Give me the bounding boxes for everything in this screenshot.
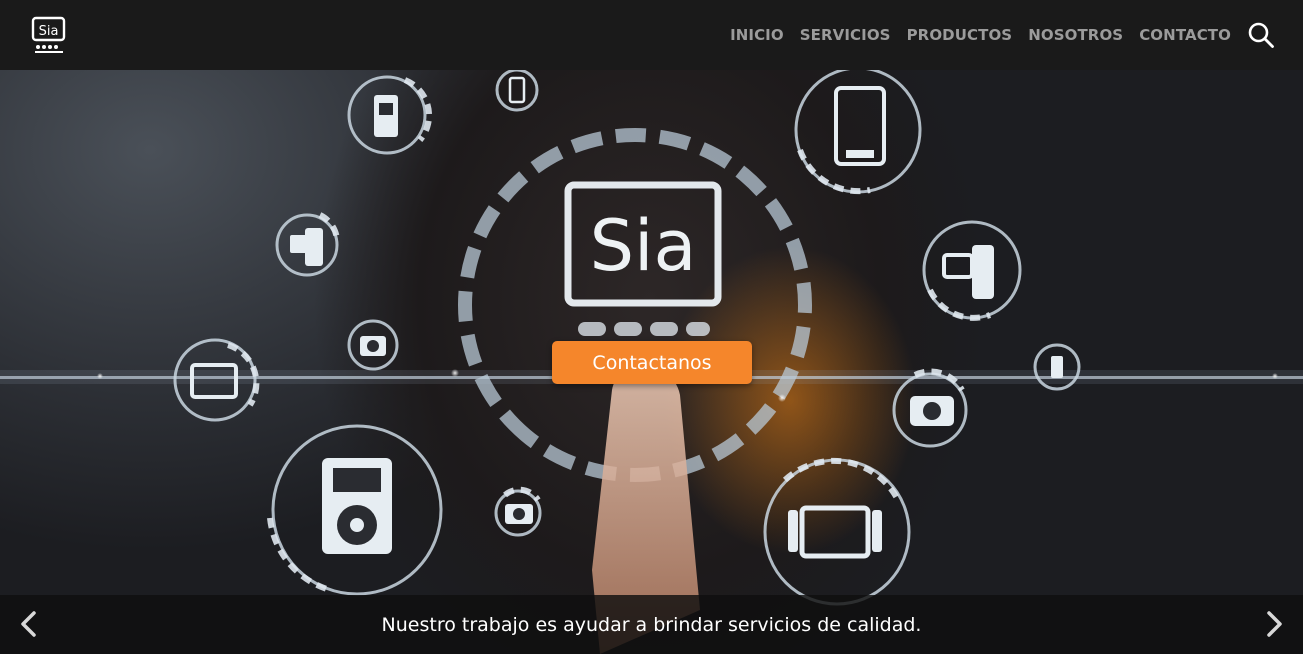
contact-button[interactable]: Contactanos — [552, 341, 752, 384]
hero-slide: Sia Contactanos — [0, 70, 1303, 654]
navbar: Sia INICIO SERVICIOS PRODUCTOS NOSOTROS … — [0, 0, 1303, 70]
nav-item-inicio[interactable]: INICIO — [730, 26, 784, 44]
logo[interactable]: Sia — [30, 15, 68, 55]
carousel-caption-bar: Nuestro trabajo es ayudar a brindar serv… — [0, 595, 1303, 654]
main-nav: INICIO SERVICIOS PRODUCTOS NOSOTROS CONT… — [714, 21, 1275, 49]
nav-item-contacto[interactable]: CONTACTO — [1139, 26, 1231, 44]
svg-text:Sia: Sia — [39, 24, 59, 39]
carousel-caption: Nuestro trabajo es ayudar a brindar serv… — [381, 614, 922, 636]
hero-logo: Sia — [564, 181, 722, 336]
nav-item-servicios[interactable]: SERVICIOS — [800, 26, 891, 44]
svg-text:Sia: Sia — [590, 205, 697, 287]
nav-item-productos[interactable]: PRODUCTOS — [907, 26, 1013, 44]
nav-item-nosotros[interactable]: NOSOTROS — [1028, 26, 1123, 44]
search-icon[interactable] — [1247, 21, 1275, 49]
chevron-right-icon[interactable] — [1259, 609, 1289, 639]
